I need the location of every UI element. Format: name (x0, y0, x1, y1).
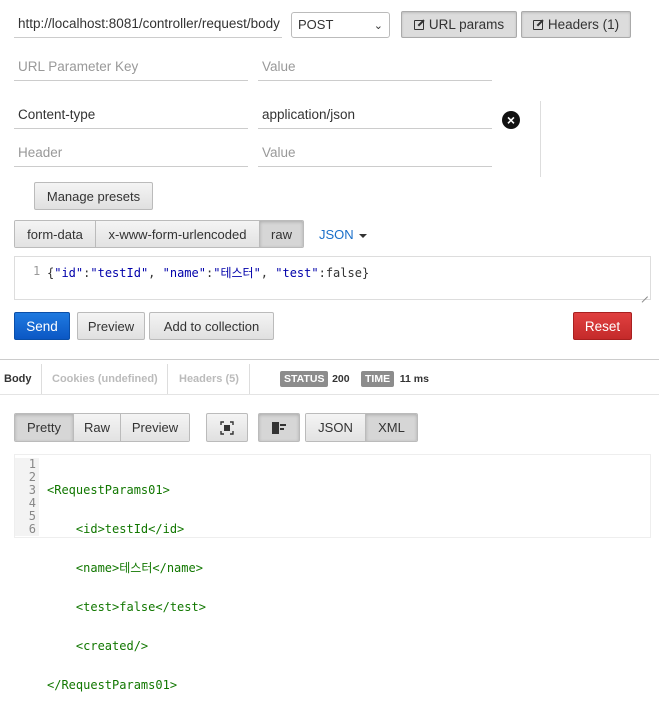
divider (167, 364, 168, 394)
manage-presets-button[interactable]: Manage presets (34, 182, 153, 210)
tab-preview-view[interactable]: Preview (121, 414, 189, 441)
fullscreen-button[interactable] (206, 413, 248, 442)
code-text: <test>false</test> (75, 600, 206, 614)
tab-xml[interactable]: XML (366, 414, 417, 441)
divider (0, 359, 659, 360)
fullscreen-icon (220, 420, 234, 435)
tab-form-data[interactable]: form-data (15, 221, 96, 247)
response-code: <RequestParams01> <id>testId</id> <name>… (47, 458, 206, 718)
divider (540, 101, 541, 177)
tab-raw[interactable]: raw (260, 221, 303, 247)
view-mode-tabs: Pretty Raw Preview (14, 413, 190, 442)
body-format-dropdown[interactable]: JSON (319, 227, 367, 242)
code-token: "name" (162, 266, 206, 280)
tab-json[interactable]: JSON (306, 414, 366, 441)
code-line: <test>false</test> (47, 601, 206, 614)
code-text: </RequestParams01> (47, 678, 178, 692)
header-value-input[interactable]: application/json (258, 101, 492, 129)
header-value-input[interactable]: Value (258, 139, 492, 167)
time-badge: TIME 11 ms (361, 370, 429, 387)
url-input[interactable]: http://localhost:8081/controller/request… (14, 10, 282, 38)
code-line: <RequestParams01> (47, 484, 206, 497)
line-number: 1 (33, 264, 41, 278)
add-to-collection-button[interactable]: Add to collection (149, 312, 274, 340)
tab-response-headers[interactable]: Headers (5) (179, 373, 239, 385)
raw-body-editor[interactable]: 1 {"id":"testId", "name":"테스터", "test":f… (14, 256, 651, 300)
tab-response-body[interactable]: Body (4, 373, 32, 385)
code-line: <created/> (47, 640, 206, 653)
code-line: <name>테스터</name> (47, 562, 206, 575)
code-token: "id" (54, 266, 84, 280)
headers-button[interactable]: Headers (1) (521, 11, 631, 38)
header-key-input[interactable]: Content-type (14, 101, 248, 129)
code-token: "testId" (90, 266, 149, 280)
resize-handle[interactable] (640, 289, 648, 297)
code-text: <created/> (75, 639, 149, 653)
url-param-key-input[interactable]: URL Parameter Key (14, 53, 248, 81)
preview-button[interactable]: Preview (77, 312, 145, 340)
code-token: "test" (275, 266, 319, 280)
line-numbers: 1 2 3 4 5 6 (15, 458, 39, 536)
reset-button[interactable]: Reset (573, 312, 632, 340)
code-token: , (260, 266, 276, 280)
code-line: <id>testId</id> (47, 523, 206, 536)
tab-pretty[interactable]: Pretty (15, 414, 74, 441)
divider (0, 394, 659, 395)
code-text: <name>테스터</name> (75, 561, 203, 575)
edit-icon (413, 19, 424, 30)
chevron-down-icon: ⌄ (373, 20, 383, 32)
code-token: , (148, 266, 163, 280)
remove-header-icon[interactable]: × (502, 111, 520, 129)
url-params-label: URL params (428, 17, 505, 32)
url-param-value-input[interactable]: Value (258, 53, 492, 81)
divider (41, 364, 42, 394)
align-icon (272, 421, 286, 434)
body-type-tabs: form-data x-www-form-urlencoded raw (14, 220, 304, 248)
code-token: :false} (318, 266, 370, 280)
body-format-label: JSON (319, 227, 354, 242)
header-key-input[interactable]: Header (14, 139, 248, 167)
time-value: 11 ms (399, 373, 429, 385)
code-text: <id>testId</id> (75, 522, 185, 536)
response-format-tabs: JSON XML (305, 413, 418, 442)
response-body: 1 2 3 4 5 6 <RequestParams01> <id>testId… (14, 454, 651, 692)
url-params-button[interactable]: URL params (401, 11, 517, 38)
line-number: 6 (28, 522, 36, 536)
status-label: STATUS (280, 371, 329, 387)
raw-body-text: {"id":"testId", "name":"테스터", "test":fal… (47, 264, 369, 281)
divider (249, 364, 250, 394)
tab-raw-view[interactable]: Raw (74, 414, 121, 441)
method-value: POST (298, 17, 334, 32)
code-text: <RequestParams01> (47, 483, 170, 497)
format-toggle-button[interactable] (258, 413, 300, 442)
headers-label: Headers (1) (547, 17, 620, 32)
tab-response-cookies[interactable]: Cookies (undefined) (52, 373, 158, 385)
time-label: TIME (361, 371, 395, 387)
edit-icon (532, 19, 543, 30)
status-value: 200 (332, 373, 350, 385)
code-line: </RequestParams01> (47, 679, 206, 692)
caret-down-icon (358, 233, 367, 238)
method-select[interactable]: POST ⌄ (291, 12, 390, 38)
code-token: "테스터" (213, 266, 261, 280)
tab-x-www-form-urlencoded[interactable]: x-www-form-urlencoded (96, 221, 260, 247)
status-badge: STATUS 200 (280, 370, 350, 387)
send-button[interactable]: Send (14, 312, 70, 340)
